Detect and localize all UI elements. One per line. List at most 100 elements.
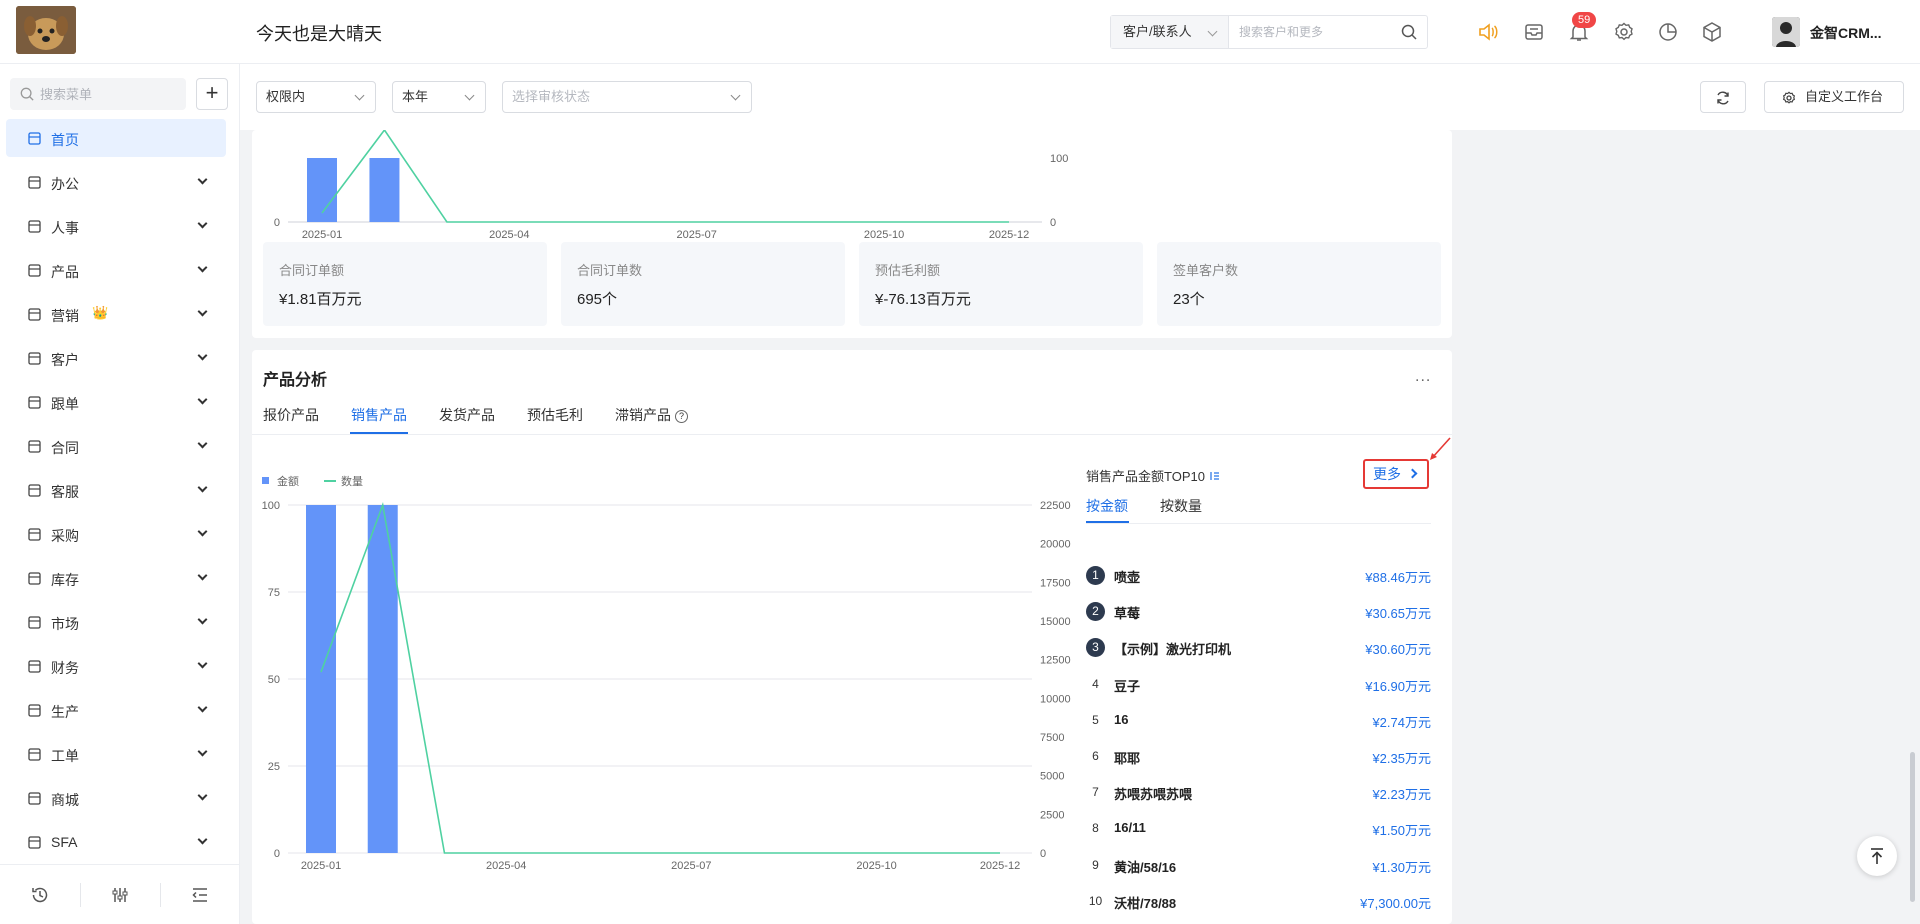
chevron-down-icon <box>1207 26 1218 37</box>
more-options-button[interactable]: ... <box>1415 368 1431 386</box>
audit-status-select[interactable]: 选择审核状态 <box>502 81 752 113</box>
tab-shipped-products[interactable]: 发货产品 <box>439 405 495 425</box>
sidebar-item[interactable]: 财务 <box>6 647 226 685</box>
ranking-row[interactable]: 1 喷壶 ¥88.46万元 <box>1086 564 1431 588</box>
search-type-select[interactable]: 客户/联系人 <box>1111 16 1229 48</box>
stat-label: 签单客户数 <box>1173 263 1239 278</box>
scrollbar[interactable] <box>1910 752 1915 902</box>
rank-number: 2 <box>1086 602 1105 622</box>
y-right-tick-label: 20000 <box>1040 539 1071 551</box>
x-tick-label: 2025-01 <box>301 860 341 872</box>
avatar[interactable] <box>1772 17 1800 47</box>
cube-icon[interactable] <box>1700 20 1724 44</box>
sales-product-chart: 2025-01 2025-04 2025-07 2025-10 2025-12 0 25 50… <box>262 474 1071 872</box>
sidebar-item[interactable]: 库存 <box>6 559 226 597</box>
y-right-tick-label: 10000 <box>1040 693 1071 705</box>
product-name: 耶耶 <box>1114 751 1141 766</box>
ranking-row[interactable]: 7 苏喂苏喂苏喂 ¥2.23万元 <box>1086 781 1431 805</box>
search-input[interactable] <box>1239 16 1389 48</box>
tab-slow-moving-products[interactable]: 滞销产品? <box>615 405 688 425</box>
legend-marker <box>262 477 269 484</box>
tab-quote-products[interactable]: 报价产品 <box>263 405 319 425</box>
rank-number: 5 <box>1092 712 1099 727</box>
back-to-top-button[interactable] <box>1857 836 1897 876</box>
sidebar-item-label: 市场 <box>51 616 79 632</box>
sidebar-item-label: 商城 <box>51 792 79 808</box>
chevron-down-icon <box>197 658 208 669</box>
stat-label: 合同订单数 <box>577 263 643 278</box>
subtab-by-amount[interactable]: 按金额 <box>1086 496 1128 516</box>
sidebar-item[interactable]: 跟单 <box>6 383 226 421</box>
sidebar-item[interactable]: 营销 👑 <box>6 295 226 333</box>
sidebar-item[interactable]: 人事 <box>6 207 226 245</box>
history-icon[interactable] <box>30 885 50 905</box>
subtab-by-quantity[interactable]: 按数量 <box>1160 496 1202 516</box>
chevron-down-icon <box>197 702 208 713</box>
sidebar-item-label: 采购 <box>51 528 79 544</box>
ranking-row[interactable]: 8 16/11 ¥1.50万元 <box>1086 817 1431 841</box>
people-icon <box>28 220 41 233</box>
tab-label: 滞销产品 <box>615 407 671 423</box>
sidebar-item[interactable]: 工单 <box>6 735 226 773</box>
pie-chart-icon[interactable] <box>1656 20 1680 44</box>
refresh-button[interactable] <box>1700 81 1746 113</box>
sidebar-item-label: 人事 <box>51 220 79 236</box>
collapse-menu-icon[interactable] <box>190 885 210 905</box>
ranking-row[interactable]: 4 豆子 ¥16.90万元 <box>1086 673 1431 697</box>
app-logo[interactable] <box>16 6 76 54</box>
sidebar-item[interactable]: 客户 <box>6 339 226 377</box>
notification-badge: 59 <box>1572 12 1597 28</box>
ranking-row[interactable]: 10 沃柑/78/88 ¥7,300.00元 <box>1086 890 1431 914</box>
customer-icon <box>28 352 41 365</box>
customize-workbench-button[interactable]: 自定义工作台 <box>1764 81 1904 113</box>
product-name: 16/11 <box>1114 820 1146 836</box>
tab-sales-products[interactable]: 销售产品 <box>351 405 407 425</box>
ranking-row[interactable]: 2 草莓 ¥30.65万元 <box>1086 600 1431 624</box>
sidebar-item-label: 产品 <box>51 264 79 280</box>
sidebar-item[interactable]: 商城 <box>6 779 226 817</box>
menu-search-input[interactable] <box>40 78 180 110</box>
more-link[interactable]: 更多 <box>1363 459 1429 489</box>
y-right-tick-label: 5000 <box>1040 771 1064 783</box>
stat-card: 合同订单额 ¥1.81百万元 <box>263 242 547 326</box>
settings-sliders-icon[interactable] <box>110 885 130 905</box>
production-icon <box>28 704 41 717</box>
top10-title-text: 销售产品金额TOP10 <box>1086 469 1205 484</box>
search-icon[interactable] <box>1401 24 1417 40</box>
ranking-row[interactable]: 5 16 ¥2.74万元 <box>1086 709 1431 733</box>
sidebar-item[interactable]: 产品 <box>6 251 226 289</box>
scope-select[interactable]: 权限内 <box>256 81 376 113</box>
section-title: 产品分析 <box>263 372 328 389</box>
ranking-row[interactable]: 9 黄油/58/16 ¥1.30万元 <box>1086 854 1431 878</box>
y-right-tick-label: 0 <box>1050 217 1056 229</box>
inbox-icon[interactable] <box>1522 20 1546 44</box>
sidebar-item[interactable]: 采购 <box>6 515 226 553</box>
follow-icon <box>28 396 41 409</box>
stat-card: 合同订单数 695个 <box>561 242 845 326</box>
username-label[interactable]: 金智CRM... <box>1810 23 1882 43</box>
sidebar-item-label: 生产 <box>51 704 79 720</box>
sort-icon[interactable] <box>1209 470 1221 482</box>
help-icon[interactable]: ? <box>675 410 688 423</box>
ranking-row[interactable]: 3 【示例】激光打印机 ¥30.60万元 <box>1086 636 1431 660</box>
sidebar-item-label: 财务 <box>51 660 79 676</box>
sidebar-item[interactable]: SFA <box>6 823 226 861</box>
footer-divider <box>80 883 81 907</box>
tab-estimated-margin[interactable]: 预估毛利 <box>527 405 583 425</box>
gear-icon[interactable] <box>1612 20 1636 44</box>
sidebar-item[interactable]: 客服 <box>6 471 226 509</box>
sidebar-item[interactable]: 市场 <box>6 603 226 641</box>
chevron-down-icon <box>197 394 208 405</box>
y-right-tick-label: 22500 <box>1040 500 1071 512</box>
x-tick-label: 2025-10 <box>864 229 904 241</box>
product-amount: ¥2.23万元 <box>1372 787 1431 803</box>
period-select[interactable]: 本年 <box>392 81 486 113</box>
add-button[interactable]: + <box>196 78 228 110</box>
sidebar-item[interactable]: 首页 <box>6 119 226 157</box>
sidebar-item-label: 工单 <box>51 748 79 764</box>
sidebar-item[interactable]: 合同 <box>6 427 226 465</box>
speaker-icon[interactable] <box>1476 20 1500 44</box>
sidebar-item[interactable]: 生产 <box>6 691 226 729</box>
sidebar-item[interactable]: 办公 <box>6 163 226 201</box>
ranking-row[interactable]: 6 耶耶 ¥2.35万元 <box>1086 745 1431 769</box>
